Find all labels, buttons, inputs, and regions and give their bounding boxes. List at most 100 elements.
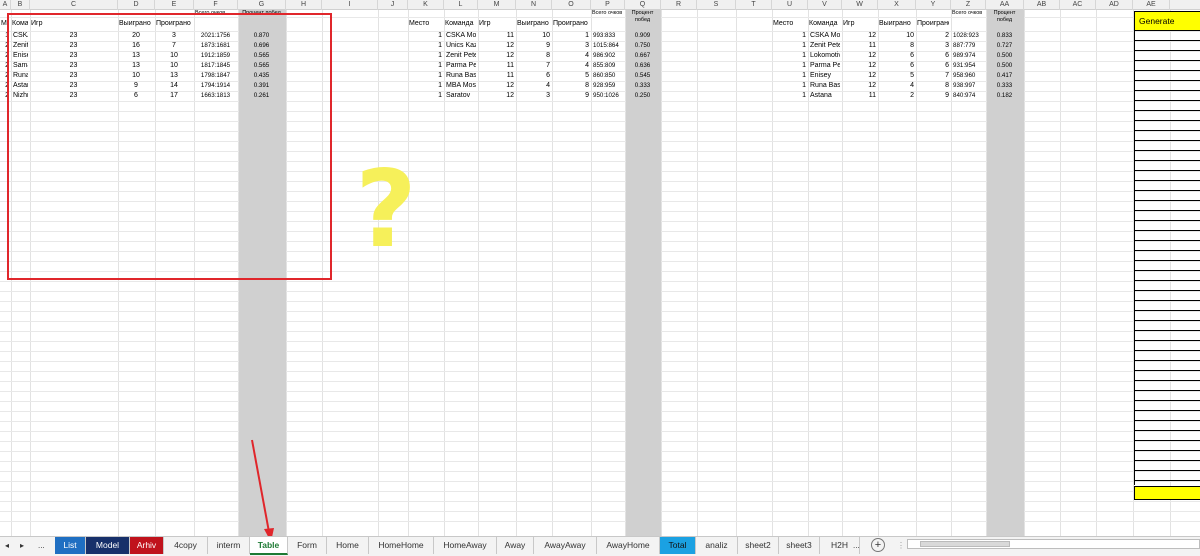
table3-cell-place[interactable]: 1 (773, 81, 806, 91)
column-header-bar[interactable]: A B C D E F G H I J K L M N O P Q R S T U V W X Y Z AA AB AC AD AE (0, 0, 1200, 10)
table3-cell-pct[interactable]: 0.333 (987, 81, 1022, 91)
table1-cell-pct[interactable]: 0.261 (239, 91, 284, 101)
scroll-tabs-right-icon[interactable]: ▸ (20, 537, 30, 554)
table1-cell-place[interactable]: 2 (1, 71, 9, 81)
sheet-tab-awayhome[interactable]: AwayHome (597, 537, 660, 554)
table1-cell-lost[interactable]: 10 (156, 51, 192, 61)
column-header-m[interactable]: M (478, 0, 516, 10)
column-header-b[interactable]: B (11, 0, 30, 10)
column-header-n[interactable]: N (516, 0, 552, 10)
table1-cell-points[interactable]: 1817:1845 (195, 61, 236, 71)
sheet-tab-sheet3[interactable]: sheet3 (779, 537, 820, 554)
table1-cell-team[interactable]: Nizhny Novgorod (12, 91, 28, 101)
table1-cell-pct[interactable]: 0.565 (239, 51, 284, 61)
table1-cell-lost[interactable]: 14 (156, 81, 192, 91)
table3-cell-games[interactable]: 11 (843, 91, 876, 101)
table1-cell-place[interactable]: 2 (1, 81, 9, 91)
table3-cell-won[interactable]: 5 (879, 71, 914, 81)
sheet-tab-model[interactable]: Model (86, 537, 130, 554)
table2-cell-won[interactable]: 4 (517, 81, 550, 91)
table2-cell-place[interactable]: 1 (409, 41, 442, 51)
tab-splitter-handle[interactable]: ⋮ (897, 537, 905, 554)
table3-cell-points[interactable]: 938:997 (952, 81, 984, 91)
table1-cell-lost[interactable]: 17 (156, 91, 192, 101)
table3-cell-lost[interactable]: 8 (917, 81, 949, 91)
table1-header-won[interactable]: Выиграно (119, 17, 153, 31)
table1-cell-team[interactable]: CSKA Moscow (12, 31, 28, 41)
table1-cell-place[interactable]: 2 (1, 51, 9, 61)
table3-cell-place[interactable]: 1 (773, 51, 806, 61)
table2-cell-games[interactable]: 12 (479, 91, 514, 101)
table3-header-points[interactable]: Всего очков (952, 10, 984, 31)
table2-cell-lost[interactable]: 1 (553, 31, 589, 41)
more-tabs-right-button[interactable]: ... (853, 537, 865, 554)
table2-cell-place[interactable]: 1 (409, 31, 442, 41)
table3-cell-place[interactable]: 1 (773, 91, 806, 101)
table2-cell-points[interactable]: 986:902 (592, 51, 623, 61)
table2-cell-team[interactable]: MBA Mos (445, 81, 476, 91)
table2-header-points[interactable]: Всего очков (592, 10, 623, 31)
column-header-g[interactable]: G (238, 0, 286, 10)
table3-cell-team[interactable]: Runa Bas (809, 81, 840, 91)
table1-cell-place[interactable]: 2 (1, 41, 9, 51)
table3-cell-games[interactable]: 11 (843, 41, 876, 51)
table3-cell-games[interactable]: 12 (843, 31, 876, 41)
table1-cell-team[interactable]: Zenit Petersburg (12, 41, 28, 51)
table3-cell-team[interactable]: Parma Pe (809, 61, 840, 71)
table1-cell-points[interactable]: 1873:1681 (195, 41, 236, 51)
table2-cell-team[interactable]: Runa Bas (445, 71, 476, 81)
table3-cell-games[interactable]: 12 (843, 81, 876, 91)
table1-cell-place[interactable]: 2 (1, 91, 9, 101)
table3-cell-place[interactable]: 1 (773, 71, 806, 81)
sheet-tab-homeaway[interactable]: HomeAway (434, 537, 497, 554)
table1-cell-pct[interactable]: 0.391 (239, 81, 284, 91)
table3-cell-won[interactable]: 4 (879, 81, 914, 91)
column-header-f[interactable]: F (194, 0, 238, 10)
table3-cell-team[interactable]: CSKA Mos (809, 31, 840, 41)
table3-cell-pct[interactable]: 0.500 (987, 61, 1022, 71)
table2-cell-points[interactable]: 928:959 (592, 81, 623, 91)
table3-cell-points[interactable]: 840:974 (952, 91, 984, 101)
table3-cell-pct[interactable]: 0.182 (987, 91, 1022, 101)
column-header-a[interactable]: A (0, 0, 11, 10)
table1-cell-won[interactable]: 9 (119, 81, 153, 91)
column-header-d[interactable]: D (118, 0, 155, 10)
table2-cell-pct[interactable]: 0.909 (626, 31, 659, 41)
table2-cell-place[interactable]: 1 (409, 51, 442, 61)
sheet-tab-form[interactable]: Form (288, 537, 327, 554)
sheet-tab-awayaway[interactable]: AwayAway (534, 537, 597, 554)
column-header-u[interactable]: U (772, 0, 808, 10)
table1-cell-won[interactable]: 10 (119, 71, 153, 81)
table2-cell-points[interactable]: 1015:864 (592, 41, 623, 51)
table3-cell-points[interactable]: 931:954 (952, 61, 984, 71)
table1-header-pct[interactable]: Процент побед (239, 10, 284, 31)
table1-header-team[interactable]: Команда (12, 17, 28, 31)
table3-header-pct[interactable]: Процент побед (987, 10, 1022, 31)
table1-cell-place[interactable]: 1 (1, 31, 9, 41)
table2-cell-won[interactable]: 3 (517, 91, 550, 101)
table1-cell-games[interactable]: 23 (31, 91, 116, 101)
table3-cell-pct[interactable]: 0.500 (987, 51, 1022, 61)
sheet-tab-table[interactable]: Table (250, 537, 288, 555)
column-header-ae[interactable]: AE (1133, 0, 1170, 10)
table3-cell-won[interactable]: 10 (879, 31, 914, 41)
table3-cell-pct[interactable]: 0.727 (987, 41, 1022, 51)
more-tabs-left-button[interactable]: ... (38, 537, 52, 554)
column-header-ab[interactable]: AB (1024, 0, 1060, 10)
table1-cell-games[interactable]: 23 (31, 31, 116, 41)
horizontal-scrollbar[interactable] (907, 539, 1200, 549)
sheet-tab-away[interactable]: Away (497, 537, 534, 554)
generate-header-cell[interactable]: Generate (1134, 11, 1200, 31)
table1-cell-lost[interactable]: 7 (156, 41, 192, 51)
table2-cell-games[interactable]: 12 (479, 81, 514, 91)
column-header-q[interactable]: Q (625, 0, 661, 10)
table3-cell-won[interactable]: 2 (879, 91, 914, 101)
spreadsheet-grid[interactable]: GenerateМестоКомандаИгрВыиграноПроиграно… (0, 10, 1200, 537)
table2-cell-pct[interactable]: 0.250 (626, 91, 659, 101)
table3-cell-place[interactable]: 1 (773, 31, 806, 41)
table1-cell-points[interactable]: 1798:1847 (195, 71, 236, 81)
table2-cell-won[interactable]: 9 (517, 41, 550, 51)
column-header-y[interactable]: Y (916, 0, 951, 10)
table1-cell-pct[interactable]: 0.696 (239, 41, 284, 51)
table3-cell-points[interactable]: 989:974 (952, 51, 984, 61)
